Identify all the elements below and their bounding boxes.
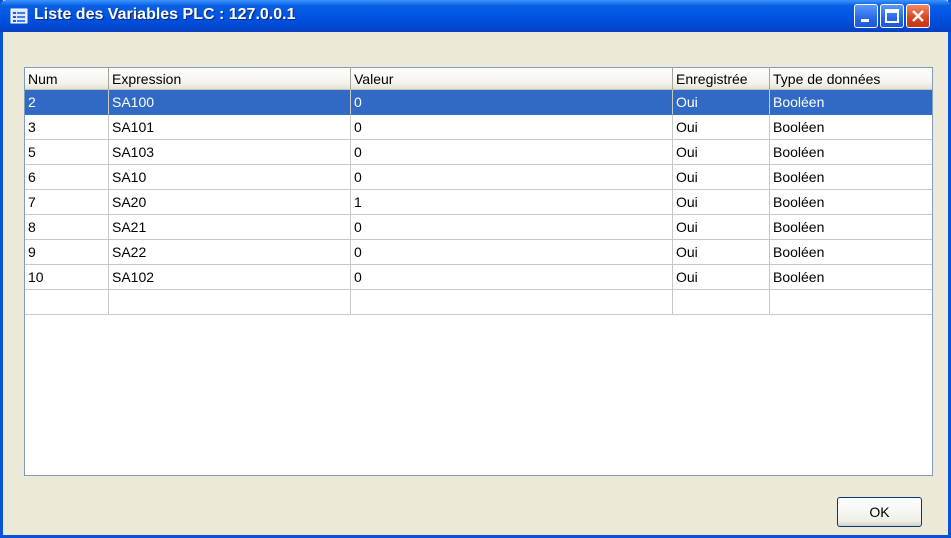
cell-num: 6 xyxy=(25,165,109,190)
cell-type: Booléen xyxy=(770,165,932,190)
maximize-icon xyxy=(885,9,899,23)
cell-expression: SA102 xyxy=(109,265,351,290)
cell-num: 2 xyxy=(25,90,109,115)
maximize-button[interactable] xyxy=(880,4,904,28)
cell-valeur: 0 xyxy=(351,265,673,290)
cell-num: 8 xyxy=(25,215,109,240)
cell-expression: SA21 xyxy=(109,215,351,240)
cell-expression: SA103 xyxy=(109,140,351,165)
cell-enregistree: Oui xyxy=(673,190,770,215)
cell-enregistree: Oui xyxy=(673,115,770,140)
cell-enregistree: Oui xyxy=(673,140,770,165)
cell-num: 7 xyxy=(25,190,109,215)
column-header-num[interactable]: Num xyxy=(25,68,109,90)
cell-num xyxy=(25,290,109,315)
cell-valeur: 0 xyxy=(351,90,673,115)
cell-type: Booléen xyxy=(770,90,932,115)
minimize-icon xyxy=(861,19,869,22)
title-bar[interactable]: Liste des Variables PLC : 127.0.0.1 xyxy=(0,0,951,32)
cell-num: 3 xyxy=(25,115,109,140)
cell-enregistree xyxy=(673,290,770,315)
cell-type: Booléen xyxy=(770,190,932,215)
cell-expression: SA22 xyxy=(109,240,351,265)
table-header: Num Expression Valeur Enregistrée Type d… xyxy=(25,68,932,90)
table-row[interactable] xyxy=(25,290,932,315)
table-row[interactable]: 7 SA20 1 Oui Booléen xyxy=(25,190,932,215)
cell-expression: SA10 xyxy=(109,165,351,190)
table-row[interactable]: 3 SA101 0 Oui Booléen xyxy=(25,115,932,140)
cell-valeur: 0 xyxy=(351,240,673,265)
window-title: Liste des Variables PLC : 127.0.0.1 xyxy=(34,6,296,23)
cell-type: Booléen xyxy=(770,215,932,240)
cell-enregistree: Oui xyxy=(673,240,770,265)
cell-type xyxy=(770,290,932,315)
cell-num: 10 xyxy=(25,265,109,290)
cell-valeur: 0 xyxy=(351,140,673,165)
cell-type: Booléen xyxy=(770,140,932,165)
cell-enregistree: Oui xyxy=(673,215,770,240)
cell-expression: SA100 xyxy=(109,90,351,115)
column-header-valeur[interactable]: Valeur xyxy=(351,68,673,90)
ok-button[interactable]: OK xyxy=(837,497,922,527)
cell-expression: SA20 xyxy=(109,190,351,215)
cell-enregistree: Oui xyxy=(673,90,770,115)
cell-valeur: 1 xyxy=(351,190,673,215)
cell-expression: SA101 xyxy=(109,115,351,140)
cell-enregistree: Oui xyxy=(673,165,770,190)
table-row[interactable]: 5 SA103 0 Oui Booléen xyxy=(25,140,932,165)
cell-num: 5 xyxy=(25,140,109,165)
cell-type: Booléen xyxy=(770,240,932,265)
column-header-type[interactable]: Type de données xyxy=(770,68,932,90)
plc-variables-window: Liste des Variables PLC : 127.0.0.1 Num … xyxy=(0,0,951,538)
minimize-button[interactable] xyxy=(854,4,878,28)
cell-enregistree: Oui xyxy=(673,265,770,290)
cell-valeur: 0 xyxy=(351,115,673,140)
cell-expression xyxy=(109,290,351,315)
cell-valeur: 0 xyxy=(351,215,673,240)
table-row[interactable]: 8 SA21 0 Oui Booléen xyxy=(25,215,932,240)
table-row[interactable]: 2 SA100 0 Oui Booléen xyxy=(25,90,932,115)
variables-table[interactable]: Num Expression Valeur Enregistrée Type d… xyxy=(24,67,933,476)
table-row[interactable]: 6 SA10 0 Oui Booléen xyxy=(25,165,932,190)
cell-valeur: 0 xyxy=(351,165,673,190)
close-button[interactable] xyxy=(906,4,930,28)
cell-type: Booléen xyxy=(770,115,932,140)
table-row[interactable]: 9 SA22 0 Oui Booléen xyxy=(25,240,932,265)
list-icon xyxy=(10,8,28,24)
cell-type: Booléen xyxy=(770,265,932,290)
close-icon xyxy=(912,10,924,22)
cell-valeur xyxy=(351,290,673,315)
column-header-enregistree[interactable]: Enregistrée xyxy=(673,68,770,90)
table-row[interactable]: 10 SA102 0 Oui Booléen xyxy=(25,265,932,290)
column-header-expression[interactable]: Expression xyxy=(109,68,351,90)
cell-num: 9 xyxy=(25,240,109,265)
